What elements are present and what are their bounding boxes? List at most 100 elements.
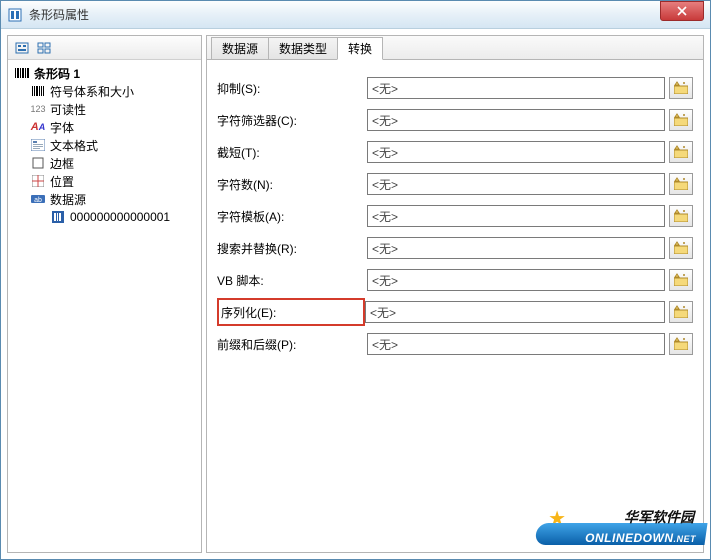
border-icon [30, 156, 46, 170]
tab-label: 转换 [348, 40, 372, 57]
wizard-icon [674, 208, 688, 225]
window-root: 条形码属性 条形码 1 [0, 0, 711, 560]
tree-item-datasource[interactable]: ab 数据源 [10, 190, 199, 208]
tab-datatype[interactable]: 数据类型 [268, 37, 338, 59]
tree-item-border[interactable]: 边框 [10, 154, 199, 172]
tab-label: 数据源 [222, 40, 258, 57]
label-chartpl: 字符模板(A): [217, 208, 367, 225]
digits-icon: 123 [30, 102, 46, 116]
input-value: <无> [372, 240, 398, 257]
app-icon [7, 7, 23, 23]
form-area: 抑制(S): <无> 字符筛选器(C): <无> 截短(T): <无> [207, 60, 703, 552]
barcode-icon [14, 66, 30, 80]
input-value: <无> [372, 272, 398, 289]
tab-transform[interactable]: 转换 [337, 37, 383, 60]
tree-item-symbol[interactable]: 符号体系和大小 [10, 82, 199, 100]
edit-button-charfilter[interactable] [669, 109, 693, 131]
edit-button-suppress[interactable] [669, 77, 693, 99]
wizard-icon [674, 240, 688, 257]
row-charfilter: 字符筛选器(C): <无> [217, 104, 693, 136]
input-charcount[interactable]: <无> [367, 173, 665, 195]
row-chartpl: 字符模板(A): <无> [217, 200, 693, 232]
tree-datasource-value: 000000000000001 [70, 210, 170, 224]
datasource-icon: ab [30, 192, 46, 206]
input-value: <无> [372, 112, 398, 129]
input-truncate[interactable]: <无> [367, 141, 665, 163]
row-charcount: 字符数(N): <无> [217, 168, 693, 200]
input-searchrep[interactable]: <无> [367, 237, 665, 259]
barcode-small-icon [30, 84, 46, 98]
window-title: 条形码属性 [29, 6, 660, 23]
input-prefsuf[interactable]: <无> [367, 333, 665, 355]
body: 条形码 1 符号体系和大小 123 可读性 AA 字体 [1, 29, 710, 559]
label-charfilter: 字符筛选器(C): [217, 112, 367, 129]
tree-item-datasource-value[interactable]: 000000000000001 [10, 208, 199, 226]
tab-label: 数据类型 [279, 40, 327, 57]
label-searchrep: 搜索并替换(R): [217, 240, 367, 257]
label-suppress: 抑制(S): [217, 80, 367, 97]
input-value: <无> [370, 304, 396, 321]
textformat-icon [30, 138, 46, 152]
edit-button-searchrep[interactable] [669, 237, 693, 259]
position-icon [30, 174, 46, 188]
row-serialize: 序列化(E): <无> [217, 296, 693, 328]
toolbar-btn-1[interactable] [12, 39, 32, 57]
tree-label: 符号体系和大小 [50, 83, 134, 100]
tree-label: 位置 [50, 173, 74, 190]
input-charfilter[interactable]: <无> [367, 109, 665, 131]
tree-label: 字体 [50, 119, 74, 136]
tree-item-position[interactable]: 位置 [10, 172, 199, 190]
right-panel: 数据源 数据类型 转换 抑制(S): <无> 字符筛选器(C): <无> [206, 35, 704, 553]
label-text: 序列化(E): [221, 304, 276, 321]
row-suppress: 抑制(S): <无> [217, 72, 693, 104]
wizard-icon [674, 272, 688, 289]
tree-root-label: 条形码 1 [34, 65, 80, 82]
input-suppress[interactable]: <无> [367, 77, 665, 99]
toolbar-btn-2[interactable] [34, 39, 54, 57]
wizard-icon [674, 304, 688, 321]
edit-button-chartpl[interactable] [669, 205, 693, 227]
row-truncate: 截短(T): <无> [217, 136, 693, 168]
tree-label: 文本格式 [50, 137, 98, 154]
wizard-icon [674, 336, 688, 353]
tab-bar: 数据源 数据类型 转换 [207, 36, 703, 60]
tree-label: 可读性 [50, 101, 86, 118]
left-panel: 条形码 1 符号体系和大小 123 可读性 AA 字体 [7, 35, 202, 553]
titlebar: 条形码属性 [1, 1, 710, 29]
font-icon: AA [30, 120, 46, 134]
tree-item-readability[interactable]: 123 可读性 [10, 100, 199, 118]
edit-button-charcount[interactable] [669, 173, 693, 195]
tab-datasource[interactable]: 数据源 [211, 37, 269, 59]
tree-item-textformat[interactable]: 文本格式 [10, 136, 199, 154]
row-prefsuf: 前缀和后缀(P): <无> [217, 328, 693, 360]
input-chartpl[interactable]: <无> [367, 205, 665, 227]
tree-item-font[interactable]: AA 字体 [10, 118, 199, 136]
input-value: <无> [372, 176, 398, 193]
tree-label: 数据源 [50, 191, 86, 208]
row-searchrep: 搜索并替换(R): <无> [217, 232, 693, 264]
input-serialize[interactable]: <无> [365, 301, 665, 323]
row-vbscript: VB 脚本: <无> [217, 264, 693, 296]
svg-text:ab: ab [34, 197, 42, 204]
input-vbscript[interactable]: <无> [367, 269, 665, 291]
edit-button-truncate[interactable] [669, 141, 693, 163]
tree-root-barcode[interactable]: 条形码 1 [10, 64, 199, 82]
input-value: <无> [372, 208, 398, 225]
data-value-icon [50, 210, 66, 224]
label-charcount: 字符数(N): [217, 176, 367, 193]
wizard-icon [674, 176, 688, 193]
left-toolbar [8, 36, 201, 60]
label-prefsuf: 前缀和后缀(P): [217, 336, 367, 353]
wizard-icon [674, 112, 688, 129]
edit-button-serialize[interactable] [669, 301, 693, 323]
close-button[interactable] [660, 1, 704, 21]
label-serialize: 序列化(E): [217, 298, 365, 326]
input-value: <无> [372, 80, 398, 97]
input-value: <无> [372, 336, 398, 353]
input-value: <无> [372, 144, 398, 161]
label-truncate: 截短(T): [217, 144, 367, 161]
wizard-icon [674, 144, 688, 161]
edit-button-vbscript[interactable] [669, 269, 693, 291]
tree: 条形码 1 符号体系和大小 123 可读性 AA 字体 [8, 60, 201, 552]
edit-button-prefsuf[interactable] [669, 333, 693, 355]
